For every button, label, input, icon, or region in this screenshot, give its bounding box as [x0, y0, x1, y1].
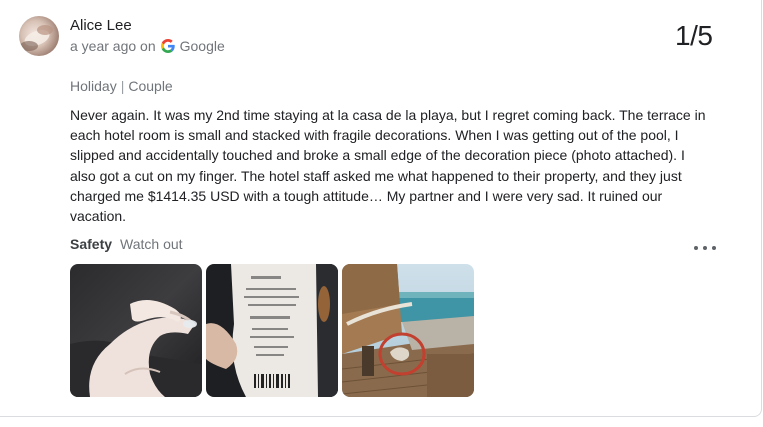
photo-hand-cut[interactable] — [70, 264, 202, 397]
review-text: Never again. It was my 2nd time staying … — [70, 107, 706, 225]
review-time: a year ago on — [70, 38, 156, 54]
avatar[interactable] — [19, 16, 59, 56]
attribute-key: Safety — [70, 236, 113, 252]
review-meta: a year ago on Google — [70, 38, 225, 54]
review-attribute: Safety Watch out — [70, 236, 183, 252]
review-source: Google — [179, 38, 225, 54]
attribute-value: Watch out — [120, 236, 183, 252]
photo-receipt[interactable] — [206, 264, 338, 397]
photo-pager: 1/5 — [675, 20, 713, 51]
more-horizontal-icon[interactable] — [694, 240, 716, 256]
trip-type: Holiday — [70, 78, 117, 94]
photo-terrace[interactable] — [342, 264, 474, 397]
travel-group: Couple — [128, 78, 173, 94]
tag-separator: | — [120, 78, 125, 94]
review-card: Alice Lee a year ago on Google 1/5 Holid… — [0, 0, 762, 417]
google-g-icon — [160, 39, 175, 53]
author-name[interactable]: Alice Lee — [70, 17, 132, 34]
trip-tags: Holiday | Couple — [70, 78, 173, 94]
